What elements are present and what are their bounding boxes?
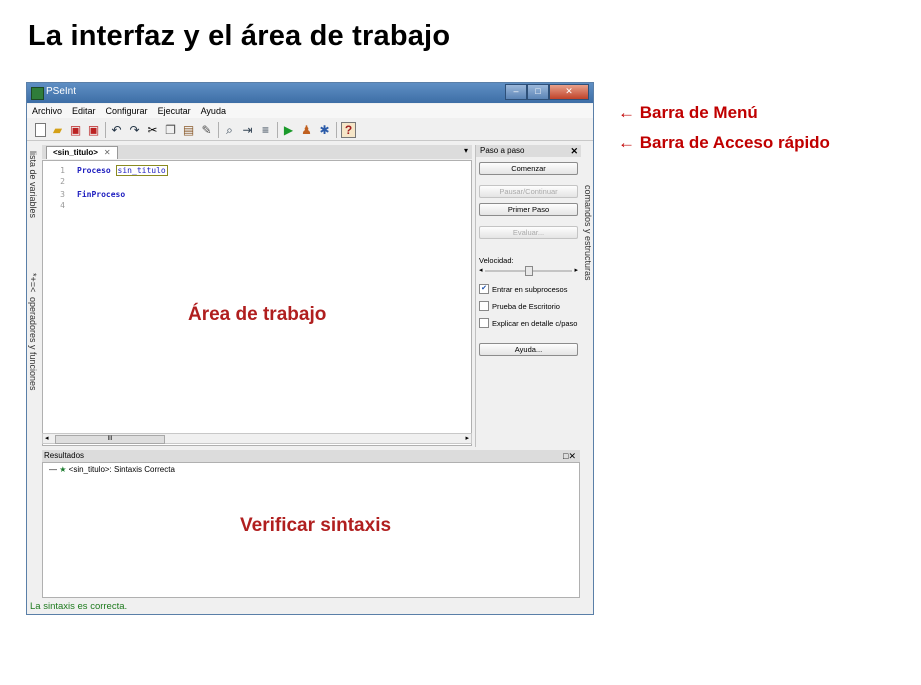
open-folder-icon[interactable]: ▰ xyxy=(51,123,64,137)
close-button[interactable]: ✕ xyxy=(549,84,589,100)
right-side-tab[interactable]: comandos y estructuras xyxy=(582,145,594,290)
panel-header: Paso a paso ✕ xyxy=(476,145,581,157)
debug-icon[interactable]: ✱ xyxy=(318,123,331,137)
title-bar: PSeInt – □ ✕ xyxy=(27,83,593,103)
evaluate-button[interactable]: Evaluar... xyxy=(479,226,578,239)
speed-slider[interactable]: ◂ ▸ xyxy=(479,266,578,276)
speed-label: Velocidad: xyxy=(479,256,514,265)
run-icon[interactable]: ▶ xyxy=(282,123,295,137)
menu-ejecutar[interactable]: Ejecutar xyxy=(153,104,196,118)
left-side-tabs: lista de variables *+=< operadores y fun… xyxy=(27,145,40,455)
code-line: 1 Proceso sin_titulo xyxy=(60,165,168,176)
maximize-button[interactable]: □ xyxy=(527,84,549,100)
editor-horizontal-scrollbar[interactable]: ◂ III ▸ xyxy=(42,433,472,444)
status-bar: La sintaxis es correcta. xyxy=(30,601,128,612)
commands-tab[interactable]: comandos y estructuras xyxy=(583,185,593,281)
enter-subprocesses-checkbox[interactable]: ✔ Entrar en subprocesos xyxy=(479,284,567,294)
results-header: Resultados □✕ xyxy=(42,450,580,462)
app-icon xyxy=(31,87,44,100)
help-icon[interactable]: ? xyxy=(341,121,356,138)
menu-archivo[interactable]: Archivo xyxy=(27,104,67,118)
code-editor[interactable]: 1 Proceso sin_titulo 2 3 FinProceso 4 xyxy=(42,160,472,446)
explain-detail-checkbox[interactable]: Explicar en detalle c/paso xyxy=(479,318,577,328)
results-controls[interactable]: □✕ xyxy=(563,450,576,462)
start-button[interactable]: Comenzar xyxy=(479,162,578,175)
scroll-left-icon[interactable]: ◂ xyxy=(45,434,49,443)
tab-sin-titulo[interactable]: <sin_titulo> ✕ xyxy=(46,146,118,159)
code-line: 4 xyxy=(60,201,65,210)
slide-title: La interfaz y el área de trabajo xyxy=(28,20,451,52)
operator-symbols: *+=< xyxy=(28,273,38,293)
step-icon[interactable]: ♟ xyxy=(300,123,313,137)
tab-close-icon[interactable]: ✕ xyxy=(104,148,111,157)
star-icon: ★ xyxy=(59,465,67,474)
work-area-label: Área de trabajo xyxy=(188,304,327,325)
speed-slider-knob[interactable] xyxy=(524,266,533,276)
edit-icon[interactable]: ✎ xyxy=(200,123,213,137)
result-item[interactable]: — ★ <sin_titulo>: Sintaxis Correcta xyxy=(49,465,175,474)
code-line: 3 FinProceso xyxy=(60,190,126,199)
menu-configurar[interactable]: Configurar xyxy=(101,104,153,118)
save-icon[interactable]: ▣ xyxy=(69,123,82,137)
redo-icon[interactable]: ↷ xyxy=(128,123,141,137)
tab-label: <sin_titulo> xyxy=(53,148,98,157)
window-title: PSeInt xyxy=(46,86,77,97)
save-as-icon[interactable]: ▣ xyxy=(87,123,100,137)
pause-continue-button[interactable]: Pausar/Continuar xyxy=(479,185,578,198)
paste-icon[interactable]: ▤ xyxy=(182,123,195,137)
step-by-step-panel: Paso a paso ✕ Comenzar Pausar/Continuar … xyxy=(475,145,581,447)
copy-icon[interactable]: ❐ xyxy=(164,123,177,137)
first-step-button[interactable]: Primer Paso xyxy=(479,203,578,216)
scroll-right-icon[interactable]: ▸ xyxy=(465,434,469,443)
menu-ayuda[interactable]: Ayuda xyxy=(196,104,231,118)
menu-bar: Archivo Editar Configurar Ejecutar Ayuda xyxy=(27,104,593,118)
operators-tab[interactable]: operadores y funciones xyxy=(28,297,38,391)
code-line: 2 xyxy=(60,177,65,186)
quick-access-toolbar: ▰ ▣ ▣ ↶ ↷ ✂ ❐ ▤ ✎ ⌕ ⇥ ≡ ▶ ♟ ✱ ? xyxy=(27,119,593,141)
tabs-menu-icon[interactable]: ▾ xyxy=(464,146,468,155)
undo-icon[interactable]: ↶ xyxy=(110,123,123,137)
comment-icon[interactable]: ≡ xyxy=(259,123,272,137)
editor-tab-bar: <sin_titulo> ✕ ▾ xyxy=(42,145,472,159)
scroll-thumb[interactable]: III xyxy=(55,435,165,444)
search-icon[interactable]: ⌕ xyxy=(223,123,236,137)
minimize-button[interactable]: – xyxy=(505,84,527,100)
desk-test-checkbox[interactable]: Prueba de Escritorio xyxy=(479,301,560,311)
verify-syntax-label: Verificar sintaxis xyxy=(240,515,392,536)
variables-tab[interactable]: lista de variables xyxy=(28,151,38,218)
new-file-icon[interactable] xyxy=(35,122,46,137)
panel-close-icon[interactable]: ✕ xyxy=(570,145,578,157)
help-button[interactable]: Ayuda... xyxy=(479,343,578,356)
menu-bar-annotation: ← Barra de Menú xyxy=(618,103,758,122)
cut-icon[interactable]: ✂ xyxy=(146,123,159,137)
indent-icon[interactable]: ⇥ xyxy=(241,123,254,137)
process-name[interactable]: sin_titulo xyxy=(115,165,168,176)
menu-editar[interactable]: Editar xyxy=(67,104,101,118)
toolbar-annotation: ← Barra de Acceso rápido xyxy=(618,133,830,152)
